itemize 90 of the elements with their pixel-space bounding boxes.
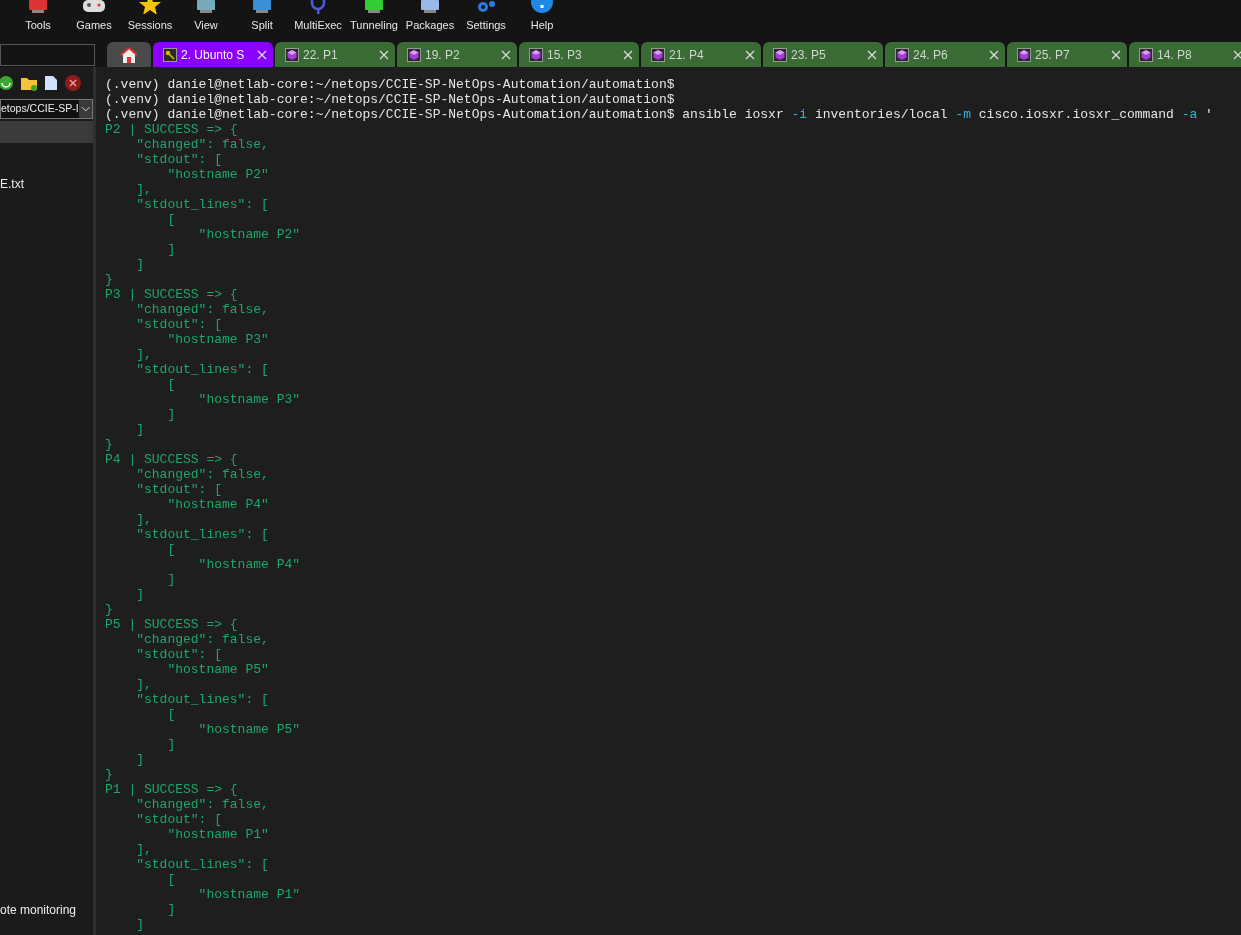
prompt-text: (.venv) daniel@netlab-core:~/netops/CCIE-SP-NetOps-Automation/automation$: [105, 77, 675, 92]
output-line: "stdout": [: [135, 482, 223, 497]
output-line: ]: [135, 752, 144, 767]
output-line: [: [166, 872, 176, 887]
prompt-text: (.venv) daniel@netlab-core:~/netops/CCIE-SP-NetOps-Automation/automation$: [105, 92, 675, 107]
session-tab[interactable]: 22. P1: [275, 42, 395, 67]
output-line: ]: [166, 242, 176, 257]
session-tab[interactable]: 19. P2: [397, 42, 517, 67]
output-line: "hostname P5": [166, 662, 269, 677]
output-line: P2 | SUCCESS => {: [105, 122, 238, 137]
output-line: "hostname P5": [197, 722, 301, 737]
output-line: ],: [135, 347, 152, 362]
output-line: [: [166, 377, 176, 392]
output-line: }: [105, 602, 113, 617]
toolbar-button[interactable]: Sessions: [122, 0, 178, 38]
output-line: "changed": false,: [135, 797, 269, 812]
tab-label: 24. P6: [913, 46, 948, 64]
toolbar-button[interactable]: Split: [234, 0, 290, 38]
output-line: }: [105, 272, 113, 287]
output-line: "hostname P4": [197, 557, 301, 572]
output-line: "stdout": [: [135, 812, 223, 827]
output-line: ]: [135, 587, 144, 602]
output-line: [: [166, 212, 176, 227]
toolbar-button[interactable]: Tools: [10, 0, 66, 38]
session-tab[interactable]: 24. P6: [885, 42, 1005, 67]
tab-label: 21. P4: [669, 46, 704, 64]
output-line: ]: [166, 407, 176, 422]
output-line: "changed": false,: [135, 467, 269, 482]
output-line: ],: [135, 677, 152, 692]
command-text: ansible iosxr -i inventories/local -m cisco.iosxr.iosxr_command -a ': [681, 107, 1213, 122]
output-line: "stdout_lines": [: [135, 197, 269, 212]
output-line: "stdout_lines": [: [135, 857, 269, 872]
output-line: ]: [166, 737, 176, 752]
output-line: [: [166, 542, 176, 557]
output-line: "stdout_lines": [: [135, 692, 269, 707]
output-line: "stdout": [: [135, 647, 223, 662]
output-line: "hostname P1": [166, 827, 269, 842]
output-line: "stdout_lines": [: [135, 362, 269, 377]
toolbar-button[interactable]: Help: [514, 0, 570, 38]
tab-label: 25. P7: [1035, 46, 1070, 64]
toolbar-button[interactable]: Packages: [402, 0, 458, 38]
output-line: P4 | SUCCESS => {: [105, 452, 238, 467]
path-text: etops/CCIE-SP-I: [1, 101, 79, 117]
file-item[interactable]: E.txt: [0, 175, 93, 195]
output-line: ],: [135, 182, 152, 197]
output-line: P3 | SUCCESS => {: [105, 287, 238, 302]
output-line: "hostname P2": [166, 167, 269, 182]
prompt-text: (.venv) daniel@netlab-core:~/netops/CCIE-SP-NetOps-Automation/automation$: [105, 107, 675, 122]
output-line: "changed": false,: [135, 137, 269, 152]
session-tab[interactable]: 25. P7: [1007, 42, 1127, 67]
output-line: "hostname P3": [197, 392, 301, 407]
output-line: [: [166, 707, 176, 722]
output-line: "hostname P2": [197, 227, 301, 242]
output-line: "stdout": [: [135, 152, 223, 167]
toolbar-button[interactable]: MultiExec: [290, 0, 346, 38]
toolbar-button[interactable]: Settings: [458, 0, 514, 38]
output-line: ]: [135, 917, 144, 932]
tab-label: 2. Ubunto S: [181, 46, 245, 64]
toolbar-button[interactable]: Tunneling: [346, 0, 402, 38]
output-line: ],: [135, 512, 152, 527]
output-line: ]: [135, 257, 144, 272]
output-line: "changed": false,: [135, 302, 269, 317]
tab-label: 23. P5: [791, 46, 826, 64]
output-line: ],: [135, 842, 152, 857]
session-tab[interactable]: 21. P4: [641, 42, 761, 67]
tab-label: 19. P2: [425, 46, 460, 64]
output-line: ]: [166, 902, 176, 917]
output-line: ]: [135, 422, 144, 437]
output-line: P5 | SUCCESS => {: [105, 617, 238, 632]
output-line: "hostname P3": [166, 332, 269, 347]
toolbar-button[interactable]: View: [178, 0, 234, 38]
tab-label: 22. P1: [303, 46, 338, 64]
tab-label: 15. P3: [547, 46, 582, 64]
toolbar-button[interactable]: Games: [66, 0, 122, 38]
sidebar-menu-item[interactable]: ote monitoring: [0, 901, 93, 921]
output-line: "changed": false,: [135, 632, 269, 647]
output-line: "stdout": [: [135, 317, 223, 332]
output-line: P1 | SUCCESS => {: [105, 782, 238, 797]
session-tab[interactable]: 15. P3: [519, 42, 639, 67]
tab-label: 14. P8: [1157, 46, 1192, 64]
output-line: "stdout_lines": [: [135, 527, 269, 542]
output-line: ]: [166, 572, 176, 587]
output-line: }: [105, 767, 113, 782]
output-line: "hostname P1": [197, 887, 301, 902]
session-tab[interactable]: 14. P8: [1129, 42, 1241, 67]
session-tab[interactable]: 2. Ubunto S: [153, 42, 273, 67]
output-line: }: [105, 437, 113, 452]
output-line: "hostname P4": [166, 497, 269, 512]
session-tab[interactable]: 23. P5: [763, 42, 883, 67]
path-dropdown[interactable]: etops/CCIE-SP-I: [0, 99, 93, 119]
